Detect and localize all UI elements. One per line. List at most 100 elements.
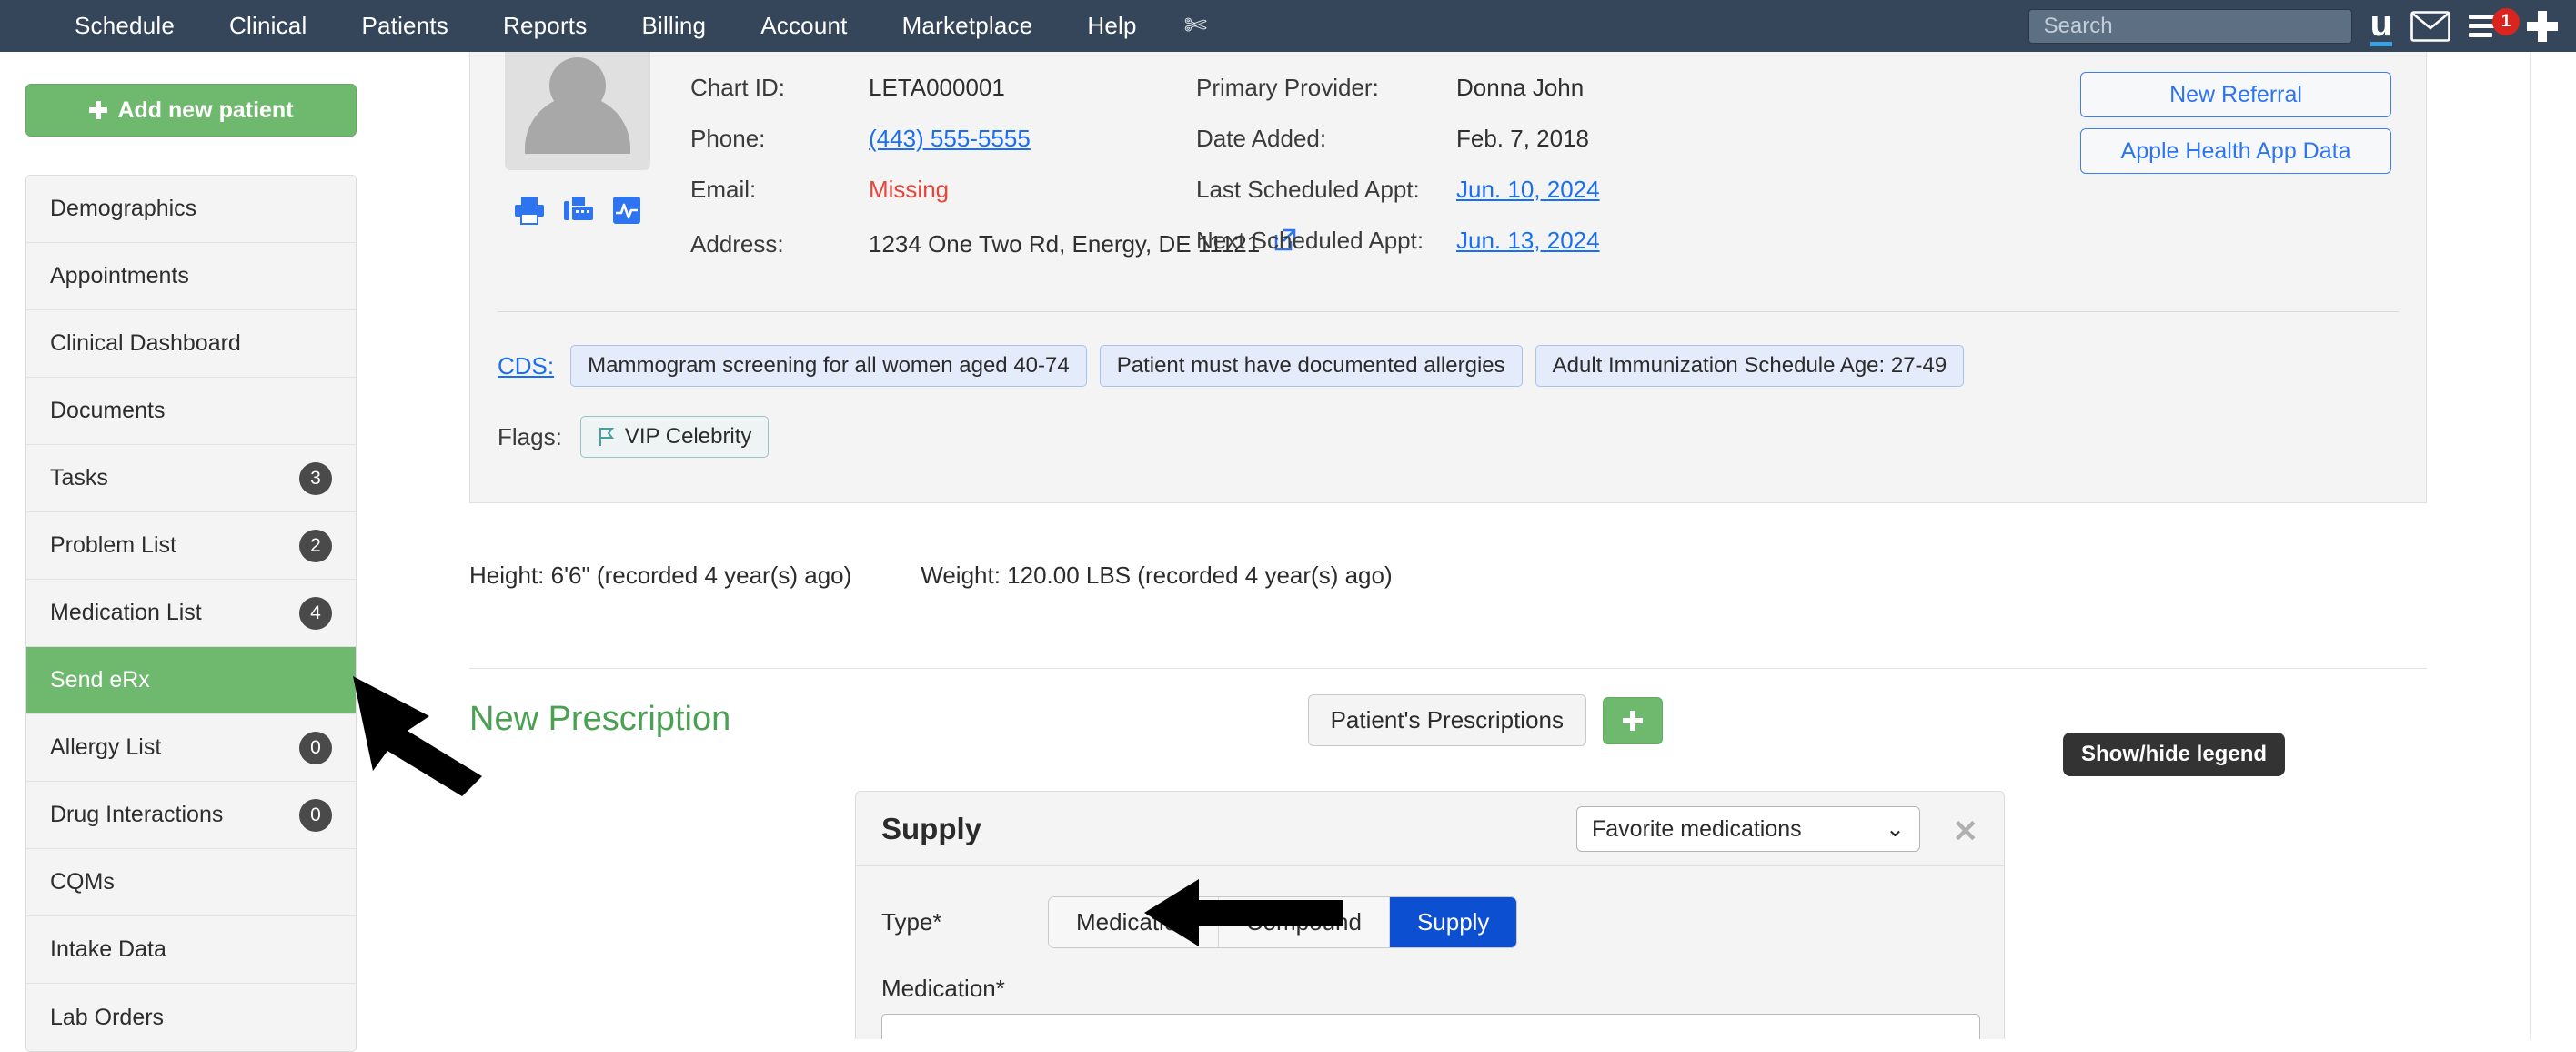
sidebar-item-problem-list[interactable]: Problem List 2: [26, 512, 356, 580]
brand-u-logo[interactable]: u: [2370, 5, 2392, 46]
sidebar-item-cqms[interactable]: CQMs: [26, 849, 356, 916]
weight-value: Weight: 120.00 LBS (recorded 4 year(s) a…: [921, 561, 1393, 589]
sidebar-item-label: Send eRx: [50, 667, 150, 693]
cds-row: CDS: Mammogram screening for all women a…: [498, 345, 1965, 387]
patient-info-panel: Chart ID: LETA000001 Phone: (443) 555-55…: [469, 52, 2427, 503]
chevron-down-icon: ⌄: [1886, 816, 1905, 842]
apple-health-app-data-button[interactable]: Apple Health App Data: [2080, 128, 2391, 174]
print-icon[interactable]: [514, 196, 545, 225]
next-appt-link[interactable]: Jun. 13, 2024: [1456, 227, 1600, 255]
patient-sidebar: Add new patient Demographics Appointment…: [0, 52, 382, 1052]
cds-chip-immunization[interactable]: Adult Immunization Schedule Age: 27-49: [1535, 345, 1965, 387]
type-option-compound[interactable]: Compound: [1218, 897, 1390, 947]
sidebar-item-badge: 4: [299, 596, 332, 630]
sidebar-item-documents[interactable]: Documents: [26, 378, 356, 445]
field-label: Email:: [690, 176, 757, 203]
patient-email-missing-value: Missing: [869, 176, 950, 203]
nav-link-reports[interactable]: Reports: [476, 0, 614, 52]
sidebar-item-medication-list[interactable]: Medication List 4: [26, 580, 356, 647]
field-label: Next Scheduled Appt:: [1196, 227, 1424, 254]
top-nav-right-cluster: Search u 1: [2028, 0, 2560, 52]
medication-input[interactable]: ⬇: [881, 1014, 1980, 1039]
flag-label: VIP Celebrity: [624, 424, 752, 449]
sidebar-item-drug-interactions[interactable]: Drug Interactions 0: [26, 782, 356, 849]
type-segmented-control: Medication Compound Supply: [1049, 897, 1517, 947]
scissors-icon[interactable]: ✄: [1184, 0, 1207, 52]
field-label: Phone:: [690, 125, 766, 152]
type-option-supply[interactable]: Supply: [1389, 897, 1517, 947]
type-option-medication[interactable]: Medication: [1049, 897, 1219, 947]
field-label: Date Added:: [1196, 125, 1327, 152]
menu-notification-badge: 1: [2492, 7, 2520, 35]
nav-link-schedule[interactable]: Schedule: [47, 0, 202, 52]
plus-icon: [89, 101, 108, 119]
sidebar-item-lab-orders[interactable]: Lab Orders: [26, 984, 356, 1051]
page-title: New Prescription: [469, 700, 731, 738]
sidebar-item-demographics[interactable]: Demographics: [26, 176, 356, 243]
prescription-card-body: Type* Medication Compound Supply Medicat…: [856, 866, 2004, 1039]
sidebar-item-badge: 2: [299, 529, 332, 562]
sidebar-item-label: Problem List: [50, 532, 176, 558]
sidebar-item-label: Tasks: [50, 465, 108, 491]
patient-panel-buttons: New Referral Apple Health App Data: [2080, 72, 2391, 185]
close-icon[interactable]: ✕: [1953, 814, 1979, 850]
patient-quick-actions: [514, 196, 641, 225]
add-new-patient-button[interactable]: Add new patient: [25, 84, 357, 137]
plus-icon: [1623, 710, 1643, 731]
flag-icon: [599, 428, 614, 446]
sidebar-item-label: CQMs: [50, 869, 115, 895]
new-prescription-header: New Prescription Patient's Prescriptions: [469, 694, 1663, 746]
nav-link-help[interactable]: Help: [1060, 0, 1163, 52]
sidebar-item-send-erx[interactable]: Send eRx: [26, 647, 356, 714]
prescription-supply-card: Supply Favorite medications ⌄ ✕ Type* Me…: [855, 791, 2005, 1039]
new-referral-button[interactable]: New Referral: [2080, 72, 2391, 117]
nav-link-marketplace[interactable]: Marketplace: [875, 0, 1061, 52]
fax-icon[interactable]: [563, 196, 594, 225]
field-label: Last Scheduled Appt:: [1196, 176, 1420, 203]
nav-link-clinical[interactable]: Clinical: [202, 0, 334, 52]
add-new-icon[interactable]: [2525, 9, 2560, 44]
favorite-medications-select[interactable]: Favorite medications ⌄: [1576, 806, 1920, 852]
last-appt-link[interactable]: Jun. 10, 2024: [1456, 176, 1600, 204]
sidebar-item-intake-data[interactable]: Intake Data: [26, 916, 356, 984]
sidebar-item-label: Intake Data: [50, 936, 166, 962]
field-last-scheduled-appt: Last Scheduled Appt: Jun. 10, 2024: [1196, 176, 1600, 227]
field-label: Address:: [690, 230, 784, 258]
field-value: Donna John: [1456, 74, 1585, 101]
sidebar-item-label: Clinical Dashboard: [50, 330, 241, 356]
add-prescription-button[interactable]: [1603, 696, 1663, 744]
nav-link-patients[interactable]: Patients: [334, 0, 476, 52]
sidebar-item-badge: 0: [299, 798, 332, 832]
type-field-label: Type*: [881, 908, 942, 936]
patient-right-fields: Primary Provider: Donna John Date Added:…: [1196, 74, 1600, 278]
search-placeholder-text: Search: [2043, 13, 2113, 38]
mail-icon[interactable]: [2410, 10, 2450, 42]
flag-chip-vip-celebrity[interactable]: VIP Celebrity: [579, 416, 770, 458]
medication-field-label: Medication*: [881, 975, 1005, 1002]
cds-label-link[interactable]: CDS:: [498, 352, 554, 380]
sidebar-item-label: Lab Orders: [50, 1004, 165, 1030]
sidebar-item-appointments[interactable]: Appointments: [26, 243, 356, 310]
cds-chip-mammogram[interactable]: Mammogram screening for all women aged 4…: [570, 345, 1087, 387]
sidebar-item-tasks[interactable]: Tasks 3: [26, 445, 356, 512]
sidebar-item-label: Demographics: [50, 196, 197, 221]
medication-field-block: Medication* ⬇: [881, 975, 1980, 1039]
main-content-area: Chart ID: LETA000001 Phone: (443) 555-55…: [382, 52, 2576, 1039]
hamburger-menu-icon[interactable]: 1: [2469, 7, 2520, 41]
nav-link-account[interactable]: Account: [733, 0, 874, 52]
sidebar-item-allergy-list[interactable]: Allergy List 0: [26, 714, 356, 782]
cds-chip-allergies[interactable]: Patient must have documented allergies: [1099, 345, 1523, 387]
sidebar-item-clinical-dashboard[interactable]: Clinical Dashboard: [26, 310, 356, 378]
nav-link-billing[interactable]: Billing: [614, 0, 733, 52]
field-date-added: Date Added: Feb. 7, 2018: [1196, 125, 1600, 176]
vitals-chart-icon[interactable]: [612, 196, 641, 225]
prescription-card-header: Supply Favorite medications ⌄ ✕: [856, 792, 2004, 866]
arrow-down-icon: ⬇: [1940, 1035, 1963, 1039]
patients-prescriptions-button[interactable]: Patient's Prescriptions: [1307, 694, 1586, 746]
sidebar-item-label: Documents: [50, 398, 166, 423]
section-divider: [469, 668, 2427, 669]
patient-phone-link[interactable]: (443) 555-5555: [869, 125, 1031, 153]
show-hide-legend-button[interactable]: Show/hide legend: [2063, 733, 2286, 776]
top-nav-links: Schedule Clinical Patients Reports Billi…: [47, 0, 1207, 52]
search-input[interactable]: Search: [2028, 8, 2352, 44]
